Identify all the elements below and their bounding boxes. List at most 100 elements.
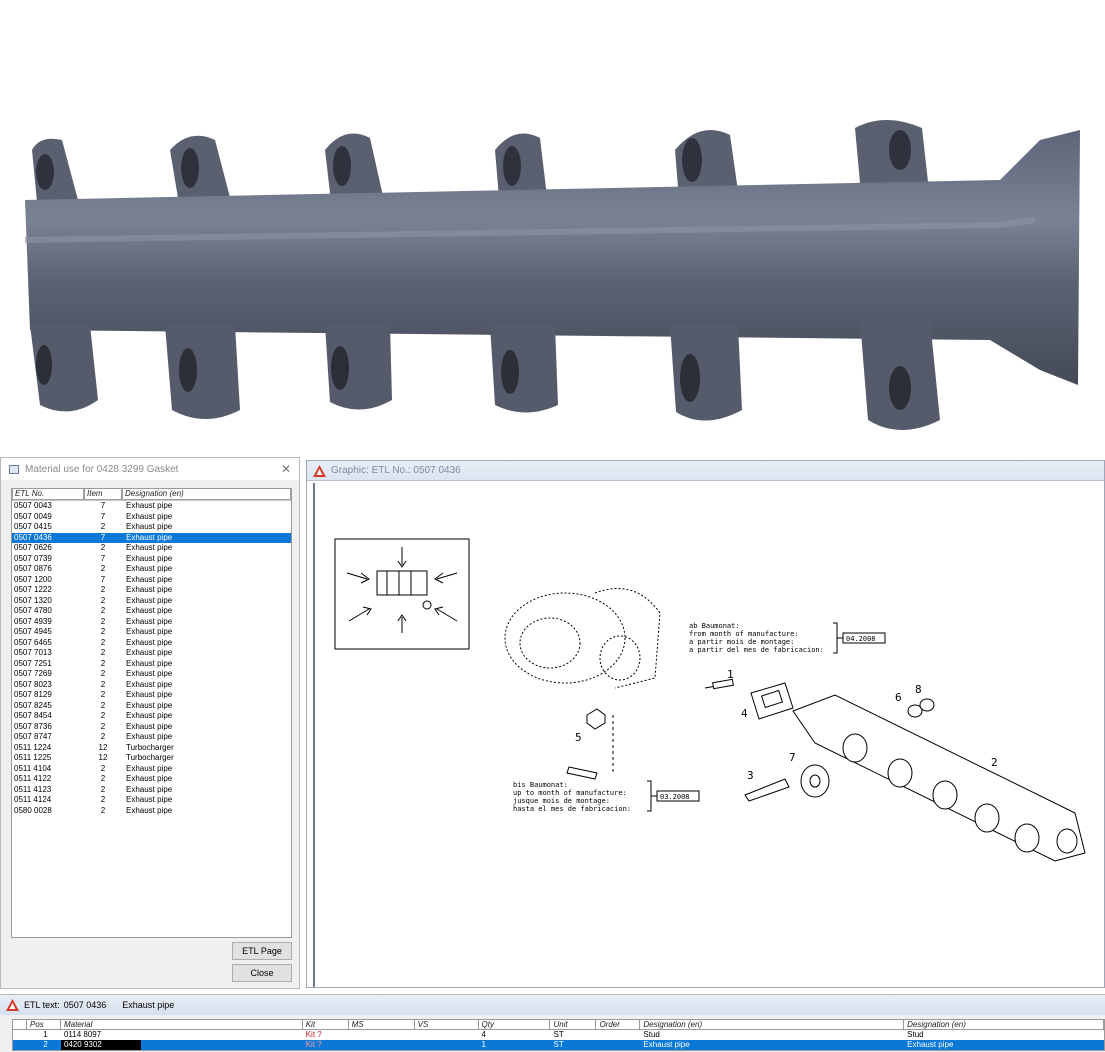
designation-cell: Exhaust pipe: [126, 511, 173, 521]
close-icon[interactable]: ✕: [281, 462, 291, 476]
column-etl-no[interactable]: ETL No.: [12, 489, 84, 500]
column-item[interactable]: Item: [84, 489, 122, 500]
item-cell: 2: [100, 700, 106, 710]
etl-no-cell: 0507 0739: [14, 553, 52, 563]
list-item[interactable]: 0507 0876 2 Exhaust pipe: [12, 564, 291, 575]
callout-8[interactable]: 8: [915, 683, 922, 696]
list-item[interactable]: 0507 8023 2 Exhaust pipe: [12, 680, 291, 691]
list-item[interactable]: 0507 8454 2 Exhaust pipe: [12, 711, 291, 722]
table-row[interactable]: 2 0420 9302 Kit ? 1 ST Exhaust pipe Exhaust pi…: [13, 1040, 1104, 1050]
ms-cell: [349, 1030, 415, 1040]
list-item[interactable]: 0511 1224 12 Turbocharger: [12, 743, 291, 754]
item-cell: 7: [100, 553, 106, 563]
graphic-window: Graphic: ETL No.: 0507 0436 ab Baumonat:…: [306, 460, 1105, 988]
row-marker: [13, 1030, 27, 1040]
col-designation-2[interactable]: Designation (en): [904, 1020, 1104, 1030]
designation-cell: Exhaust pipe: [643, 1040, 690, 1049]
item-cell: 2: [100, 627, 106, 636]
list-item[interactable]: 0507 1222 2 Exhaust pipe: [12, 585, 291, 596]
list-item[interactable]: 0507 7013 2 Exhaust pipe: [12, 648, 291, 659]
item-cell: 2: [100, 669, 106, 678]
col-material[interactable]: Material: [60, 1020, 303, 1030]
designation-cell: Exhaust pipe: [126, 574, 173, 584]
callout-4[interactable]: 4: [741, 707, 748, 720]
designation-cell: Exhaust pipe: [126, 532, 173, 542]
callout-2[interactable]: 2: [991, 756, 998, 769]
list-item[interactable]: 0511 4124 2 Exhaust pipe: [12, 795, 291, 806]
col-order[interactable]: Order: [596, 1020, 641, 1030]
list-item[interactable]: 0507 0626 2 Exhaust pipe: [12, 543, 291, 554]
pos-cell: 2: [43, 1040, 48, 1049]
list-item[interactable]: 0507 0043 7 Exhaust pipe: [12, 501, 291, 512]
etl-no-cell: 0511 4124: [14, 795, 52, 804]
list-item[interactable]: 0507 0415 2 Exhaust pipe: [12, 522, 291, 533]
material-use-list[interactable]: ETL No. Item Designation (en) 0507 0043 7…: [11, 488, 292, 938]
etl-parts-table[interactable]: Pos Material Kit MS VS Qty Unit Order De…: [12, 1019, 1105, 1051]
qty-cell: 4: [481, 1030, 486, 1039]
list-item[interactable]: 0507 8129 2 Exhaust pipe: [12, 690, 291, 701]
designation-cell: Exhaust pipe: [126, 658, 173, 668]
note-from-line-3: a partir mois de montage:: [689, 638, 794, 646]
callout-5[interactable]: 5: [575, 731, 582, 744]
item-cell: 2: [100, 543, 106, 552]
etl-no-cell: 0507 4939: [14, 616, 52, 626]
list-item[interactable]: 0511 4123 2 Exhaust pipe: [12, 785, 291, 796]
col-unit[interactable]: Unit: [550, 1020, 597, 1030]
list-item[interactable]: 0507 0049 7 Exhaust pipe: [12, 512, 291, 523]
list-item[interactable]: 0507 0436 7 Exhaust pipe: [12, 532, 291, 543]
list-item[interactable]: 0507 4939 2 Exhaust pipe: [12, 617, 291, 628]
close-button[interactable]: Close: [232, 964, 292, 982]
callout-1[interactable]: 1: [727, 668, 734, 681]
callout-7[interactable]: 7: [789, 751, 796, 764]
list-item[interactable]: 0507 8245 2 Exhaust pipe: [12, 701, 291, 712]
list-item[interactable]: 0511 1225 12 Turbocharger: [12, 753, 291, 764]
order-cell: [596, 1040, 640, 1050]
list-item[interactable]: 0507 1320 2 Exhaust pipe: [12, 596, 291, 607]
list-item[interactable]: 0507 4780 2 Exhaust pipe: [12, 606, 291, 617]
item-cell: 7: [100, 532, 106, 542]
list-item[interactable]: 0507 0739 7 Exhaust pipe: [12, 554, 291, 565]
etl-no-cell: 0507 7251: [14, 658, 52, 668]
etl-page-button[interactable]: ETL Page: [232, 942, 292, 960]
drawing-canvas[interactable]: ab Baumonat: from month of manufacture: …: [313, 483, 1104, 987]
item-cell: 2: [100, 721, 106, 731]
callout-3[interactable]: 3: [747, 769, 754, 782]
dialog-title-bar: Material use for 0428 3299 Gasket ✕: [1, 458, 299, 480]
list-item[interactable]: 0507 7251 2 Exhaust pipe: [12, 659, 291, 670]
item-cell: 2: [100, 679, 106, 689]
item-cell: 2: [100, 585, 106, 594]
callout-6[interactable]: 6: [895, 691, 902, 704]
list-item[interactable]: 0511 4104 2 Exhaust pipe: [12, 764, 291, 775]
order-cell: [596, 1030, 640, 1040]
list-item[interactable]: 0511 4122 2 Exhaust pipe: [12, 774, 291, 785]
etl-text-panel: ETL text: 0507 0436 Exhaust pipe Pos Mat…: [0, 994, 1105, 1052]
designation-cell: Exhaust pipe: [126, 805, 173, 815]
table-row[interactable]: 1 0114 8097 Kit ? 4 ST Stud Stud: [13, 1030, 1104, 1040]
etl-no-cell: 0511 4123: [14, 784, 52, 794]
turbocharger-outline: [504, 588, 661, 689]
etl-no-cell: 0511 4104: [14, 763, 52, 773]
material-use-dialog: Material use for 0428 3299 Gasket ✕ ETL …: [0, 457, 300, 989]
manifold-image: [24, 120, 1080, 430]
list-item[interactable]: 0580 0028 2 Exhaust pipe: [12, 806, 291, 817]
designation-cell: Exhaust pipe: [126, 721, 173, 731]
col-qty[interactable]: Qty: [478, 1020, 551, 1030]
list-item[interactable]: 0507 8747 2 Exhaust pipe: [12, 732, 291, 743]
col-designation-1[interactable]: Designation (en): [640, 1020, 905, 1030]
col-kit[interactable]: Kit: [302, 1020, 349, 1030]
column-designation[interactable]: Designation (en): [122, 489, 291, 500]
etl-no-cell: 0507 1200: [14, 574, 52, 584]
exploded-diagram: ab Baumonat: from month of manufacture: …: [334, 538, 1086, 862]
list-item[interactable]: 0507 7269 2 Exhaust pipe: [12, 669, 291, 680]
list-item[interactable]: 0507 6465 2 Exhaust pipe: [12, 638, 291, 649]
col-ms[interactable]: MS: [348, 1020, 415, 1030]
etl-no-cell: 0507 0049: [14, 511, 52, 521]
list-item[interactable]: 0507 1200 7 Exhaust pipe: [12, 575, 291, 586]
item-cell: 2: [100, 658, 106, 668]
designation-cell: Exhaust pipe: [126, 585, 173, 594]
etl-no-cell: 0507 4780: [14, 606, 52, 615]
col-vs[interactable]: VS: [414, 1020, 479, 1030]
list-item[interactable]: 0507 8736 2 Exhaust pipe: [12, 722, 291, 733]
list-item[interactable]: 0507 4945 2 Exhaust pipe: [12, 627, 291, 638]
col-pos[interactable]: Pos: [26, 1020, 61, 1030]
